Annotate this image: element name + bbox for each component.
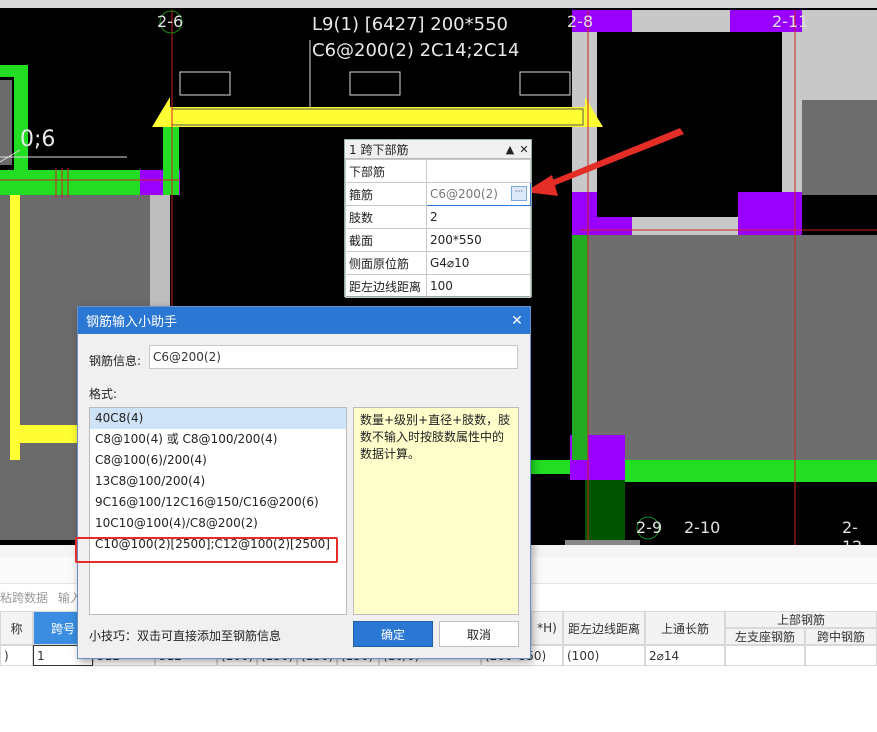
stirrup-value: C6@200(2) [430, 187, 498, 201]
axis-2-11: 2-11 [772, 12, 809, 31]
prop-key: 距左边线距离 [345, 274, 427, 298]
rebar-info-label: 钢筋信息: [89, 354, 142, 368]
format-item[interactable]: C8@100(6)/200(4) [90, 450, 346, 471]
cell-left-support[interactable] [725, 645, 805, 666]
popup-title: 1 跨下部筋 [349, 142, 409, 157]
cell-name[interactable]: ) [0, 645, 33, 666]
axis-2-6: 2-6 [157, 12, 184, 31]
column-hole [597, 32, 782, 217]
format-item[interactable]: 9C16@100/12C16@150/C16@200(6) [90, 492, 346, 513]
cell-distance[interactable]: (100) [563, 645, 645, 666]
prop-key: 侧面原位筋 [345, 251, 427, 275]
cell-top-long[interactable]: 2⌀14 [645, 645, 725, 666]
beam-label-line2: C6@200(2) 2C14;2C14 [312, 40, 520, 61]
prop-key: 肢数 [345, 205, 427, 229]
close-icon[interactable]: ✕ [504, 313, 530, 329]
col-header-top-rebar: 上部钢筋 [725, 611, 877, 628]
dialog-titlebar[interactable]: 钢筋输入小助手 ✕ [78, 307, 530, 334]
prop-value[interactable]: 100 [426, 274, 531, 298]
tip-text: 小技巧：双击可直接添加至钢筋信息 [89, 629, 282, 643]
col-header-left-support: 左支座钢筋 [725, 628, 805, 645]
col-header-section: *H) [531, 611, 563, 645]
format-label: 格式: [89, 387, 118, 401]
property-table: 下部筋 箍筋 C6@200(2) ··· 肢数 2 截面 200*550 侧面原位筋 G4… [345, 159, 531, 298]
format-item[interactable]: 13C8@100/200(4) [90, 471, 346, 492]
axis-2-8: 2-8 [567, 12, 594, 31]
prop-value[interactable] [426, 159, 531, 183]
paste-span-data-button[interactable]: 粘跨数据 [0, 589, 48, 606]
prop-value[interactable]: G4⌀10 [426, 251, 531, 275]
rebar-input-helper-dialog[interactable]: 钢筋输入小助手 ✕ 钢筋信息: 格式: 40C8(4) C8@100(4) 或 … [77, 306, 531, 659]
column-left [150, 195, 170, 315]
axis-2-10: 2-10 [684, 518, 721, 537]
dialog-title: 钢筋输入小助手 [86, 315, 178, 330]
axis-2-9: 2-9 [636, 518, 663, 537]
prop-key: 截面 [345, 228, 427, 252]
span-property-popup[interactable]: 1 跨下部筋 ▲ ✕ 下部筋 箍筋 C6@200(2) ··· 肢数 2 截面 200*… [344, 139, 532, 298]
cancel-button[interactable]: 取消 [439, 621, 519, 647]
format-hint-panel: 数量+级别+直径+肢数，肢数不输入时按肢数属性中的数据计算。 [353, 407, 519, 615]
stirrup-value-field[interactable]: C6@200(2) ··· [426, 182, 531, 206]
wall-left-top [0, 80, 12, 165]
wall-right-top [800, 100, 877, 195]
selected-beam [170, 107, 585, 127]
format-list[interactable]: 40C8(4) C8@100(4) 或 C8@100/200(4) C8@100… [89, 407, 347, 615]
format-item[interactable]: C8@100(4) 或 C8@100/200(4) [90, 429, 346, 450]
highlight-box [75, 537, 338, 563]
cell-midspan[interactable] [805, 645, 877, 666]
prop-key: 下部筋 [345, 159, 427, 183]
col-header-name: 称 [0, 611, 33, 645]
format-item[interactable]: 10C10@100(4)/C8@200(2) [90, 513, 346, 534]
ellipsis-button[interactable]: ··· [511, 186, 527, 201]
left-label: 0;6 [20, 127, 56, 152]
beam-label-line1: L9(1) [6427] 200*550 [312, 14, 508, 35]
col-header-distance: 距左边线距离 [563, 611, 645, 645]
collapse-icon[interactable]: ▲ [503, 143, 517, 156]
prop-value[interactable]: 2 [426, 205, 531, 229]
format-item[interactable]: 40C8(4) [90, 408, 346, 429]
col-header-top-long: 上通长筋 [645, 611, 725, 645]
popup-header: 1 跨下部筋 ▲ ✕ [345, 140, 531, 159]
wall-right [588, 235, 877, 460]
prop-key: 箍筋 [345, 182, 427, 206]
close-icon[interactable]: ✕ [517, 143, 531, 156]
axis-2-12: 2-12 [842, 518, 862, 545]
rebar-info-input[interactable] [149, 345, 518, 369]
ok-button[interactable]: 确定 [353, 621, 433, 647]
col-header-midspan: 跨中钢筋 [805, 628, 877, 645]
prop-value[interactable]: 200*550 [426, 228, 531, 252]
